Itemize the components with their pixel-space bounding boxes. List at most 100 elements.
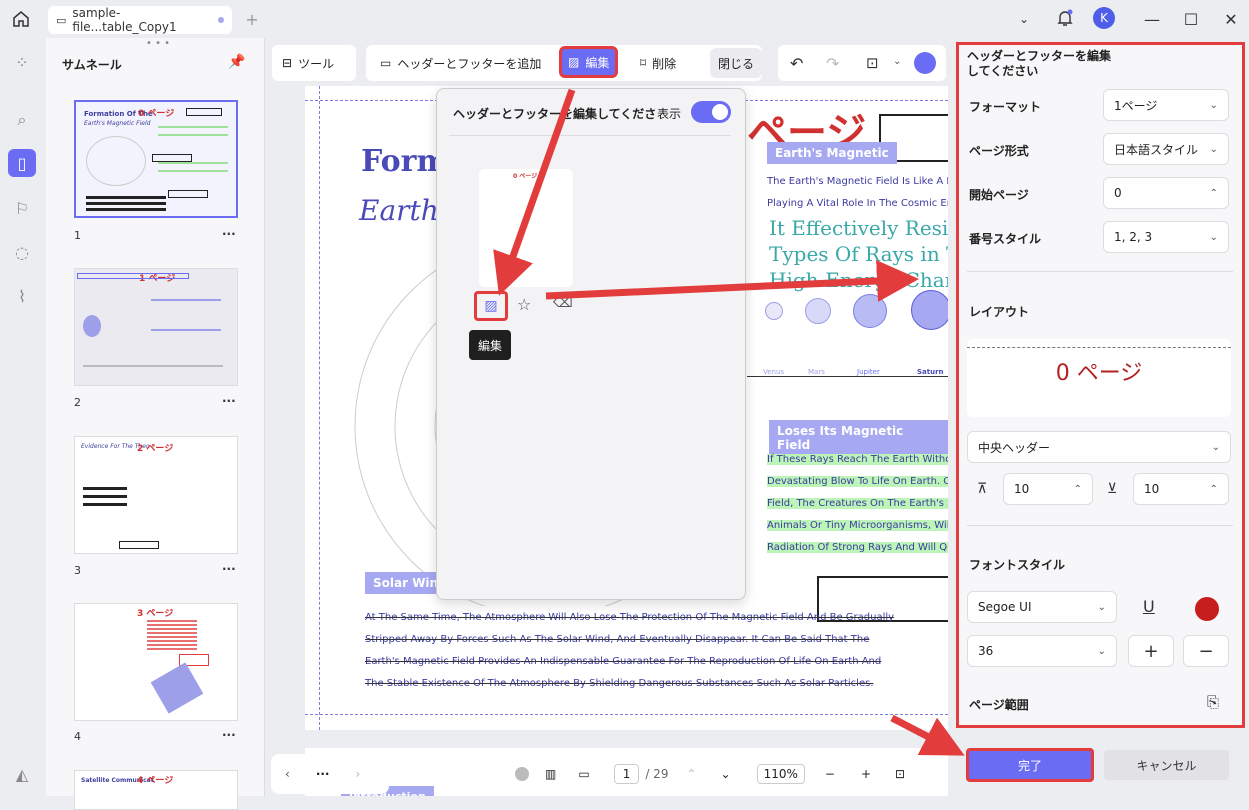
thumb-satellite bbox=[150, 662, 204, 714]
document-tab[interactable]: ▭ sample-file...table_Copy1 bbox=[48, 6, 232, 34]
bell-icon[interactable] bbox=[1054, 7, 1076, 29]
font-color-swatch[interactable] bbox=[1195, 597, 1219, 621]
top-margin-icon: ⊼ bbox=[977, 481, 988, 497]
layout-preview-text: 0 ページ bbox=[1055, 361, 1143, 386]
presentation-icon[interactable]: ▭ bbox=[578, 767, 589, 781]
attachment-icon[interactable]: ⌇ bbox=[8, 282, 36, 310]
add-header-footer-button[interactable]: ▭ ヘッダーとフッターを追加 bbox=[370, 45, 551, 81]
unsaved-dot bbox=[218, 17, 224, 23]
thumb-planet bbox=[83, 315, 101, 337]
thumb-box bbox=[77, 273, 189, 279]
chevron-down-icon[interactable]: ⌄ bbox=[1014, 8, 1034, 30]
more-button[interactable]: ··· bbox=[316, 767, 330, 781]
thumbnail-more-button[interactable]: ··· bbox=[222, 394, 236, 408]
header-guide bbox=[967, 347, 1231, 348]
thumbnail-more-button[interactable]: ··· bbox=[222, 227, 236, 241]
stepper-icon[interactable]: ⌃ bbox=[1074, 484, 1082, 495]
highlighted-line: Animals Or Tiny Microorganisms, Will Fi bbox=[767, 520, 948, 531]
planet-label: Jupiter bbox=[857, 368, 880, 376]
drag-handle-icon[interactable]: • • • bbox=[146, 38, 170, 49]
layout-preview: 0 ページ bbox=[967, 339, 1231, 417]
doc-text-line: The Earth's Magnetic Field Is Like A Hug bbox=[767, 176, 948, 187]
font-select[interactable]: Segoe UI ⌄ bbox=[967, 591, 1117, 623]
maximize-icon[interactable]: ☐ bbox=[1180, 8, 1202, 30]
decrease-size-button[interactable]: − bbox=[1183, 635, 1229, 667]
page-total: / 29 bbox=[645, 767, 669, 781]
doc-large-text: High-Energy Charge bbox=[769, 268, 948, 292]
prev-page-icon[interactable]: ‹ bbox=[285, 767, 290, 781]
search-icon[interactable]: ⌕ bbox=[8, 106, 36, 134]
thumbnail-more-button[interactable]: ··· bbox=[222, 728, 236, 742]
page-style-select[interactable]: 日本語スタイル ⌄ bbox=[1103, 133, 1229, 165]
template-edit-icon[interactable]: ▨ bbox=[474, 291, 508, 321]
format-select[interactable]: 1ページ ⌄ bbox=[1103, 89, 1229, 121]
grid-icon[interactable]: ⁘ bbox=[8, 48, 36, 76]
font-size-select[interactable]: 36 ⌄ bbox=[967, 635, 1117, 667]
thumb-line bbox=[151, 299, 221, 301]
edit-icon: ▨ bbox=[568, 55, 580, 69]
done-button[interactable]: 完了 bbox=[966, 748, 1094, 782]
number-style-label: 番号スタイル bbox=[969, 232, 1042, 246]
thumbnail-page-2[interactable]: 1 ページ bbox=[74, 268, 238, 386]
next-page-icon[interactable]: › bbox=[356, 767, 361, 781]
delete-button[interactable]: ⌑ 削除 bbox=[630, 45, 686, 81]
thumbnail-page-5[interactable]: Satellite Communicat 4 ページ bbox=[74, 770, 238, 810]
collapse-icon[interactable] bbox=[515, 767, 529, 781]
page-down-icon[interactable]: ⌄ bbox=[721, 767, 731, 781]
close-icon[interactable]: ✕ bbox=[1220, 8, 1242, 30]
bottom-margin-stepper[interactable]: 10 ⌃ bbox=[1133, 473, 1229, 505]
start-page-label: 開始ページ bbox=[969, 188, 1029, 202]
thumbnail-page-4[interactable]: 3 ページ bbox=[74, 603, 238, 721]
edit-button[interactable]: ▨ 編集 bbox=[559, 46, 619, 78]
fit-page-icon[interactable]: ⊡ bbox=[895, 767, 905, 781]
ai-assistant-icon[interactable] bbox=[914, 52, 936, 74]
pin-icon[interactable]: 📌 bbox=[228, 54, 245, 70]
thumb-line bbox=[158, 134, 228, 136]
tools-button[interactable]: ⊟ ツール bbox=[272, 45, 356, 81]
increase-size-button[interactable]: + bbox=[1128, 635, 1174, 667]
minimize-icon[interactable]: — bbox=[1141, 8, 1163, 30]
undo-icon[interactable]: ↶ bbox=[790, 54, 803, 73]
home-icon[interactable] bbox=[10, 8, 32, 30]
bookmark-icon[interactable]: ⚐ bbox=[8, 194, 36, 222]
comment-icon[interactable]: ◌ bbox=[8, 238, 36, 266]
top-margin-stepper[interactable]: 10 ⌃ bbox=[1003, 473, 1093, 505]
star-icon[interactable]: ☆ bbox=[517, 295, 531, 314]
stepper-icon[interactable]: ⌃ bbox=[1210, 484, 1218, 495]
bottom-margin-icon: ⊻ bbox=[1107, 481, 1118, 497]
layers-icon[interactable]: ◭ bbox=[8, 760, 36, 788]
thumbnail-page-3[interactable]: Evidence For The Theo 2 ページ bbox=[74, 436, 238, 554]
save-icon[interactable]: ⊡ bbox=[866, 54, 879, 72]
page-up-icon[interactable]: ⌃ bbox=[686, 767, 696, 781]
toolbox-icon: ⊟ bbox=[282, 56, 293, 70]
start-page-stepper[interactable]: 0 ⌃ bbox=[1103, 177, 1229, 209]
close-button[interactable]: 閉じる bbox=[710, 48, 763, 78]
cancel-button[interactable]: キャンセル bbox=[1104, 750, 1229, 780]
page-range-icon[interactable]: ⎘ bbox=[1207, 693, 1219, 711]
trash-icon[interactable]: ⌫ bbox=[553, 295, 573, 311]
thumbnail-page-1[interactable]: Formation Of The Earth's Magnetic Field … bbox=[74, 100, 238, 218]
thumb-box bbox=[152, 154, 192, 162]
zoom-input[interactable]: 110% bbox=[756, 764, 805, 784]
thumb-box bbox=[186, 108, 222, 116]
planet-label: Venus bbox=[763, 368, 785, 376]
reading-mode-icon[interactable]: ▥ bbox=[545, 767, 556, 781]
redo-icon[interactable]: ↷ bbox=[826, 54, 839, 73]
new-tab-plus-icon[interactable]: + bbox=[242, 8, 262, 30]
page-number-input[interactable]: 1 bbox=[613, 764, 640, 784]
template-thumbnail[interactable]: 0 ページ bbox=[479, 169, 573, 287]
thumbnail-more-button[interactable]: ··· bbox=[222, 562, 236, 576]
save-dropdown-icon[interactable]: ⌄ bbox=[893, 56, 901, 67]
pages-icon[interactable]: ▯ bbox=[8, 149, 36, 177]
avatar[interactable]: K bbox=[1093, 7, 1115, 29]
panel-title: ヘッダーとフッターを編集してください bbox=[967, 49, 1112, 78]
thumbnail-title: サムネール bbox=[62, 58, 122, 72]
show-toggle[interactable] bbox=[691, 101, 731, 123]
zoom-out-icon[interactable]: − bbox=[825, 767, 835, 781]
position-select[interactable]: 中央ヘッダー ⌄ bbox=[967, 431, 1231, 463]
stepper-icon[interactable]: ⌃ bbox=[1210, 188, 1218, 199]
number-style-select[interactable]: 1, 2, 3 ⌄ bbox=[1103, 221, 1229, 253]
edit-label: 編集 bbox=[585, 55, 610, 70]
zoom-in-icon[interactable]: + bbox=[861, 767, 871, 781]
underline-icon[interactable]: U bbox=[1143, 597, 1155, 616]
